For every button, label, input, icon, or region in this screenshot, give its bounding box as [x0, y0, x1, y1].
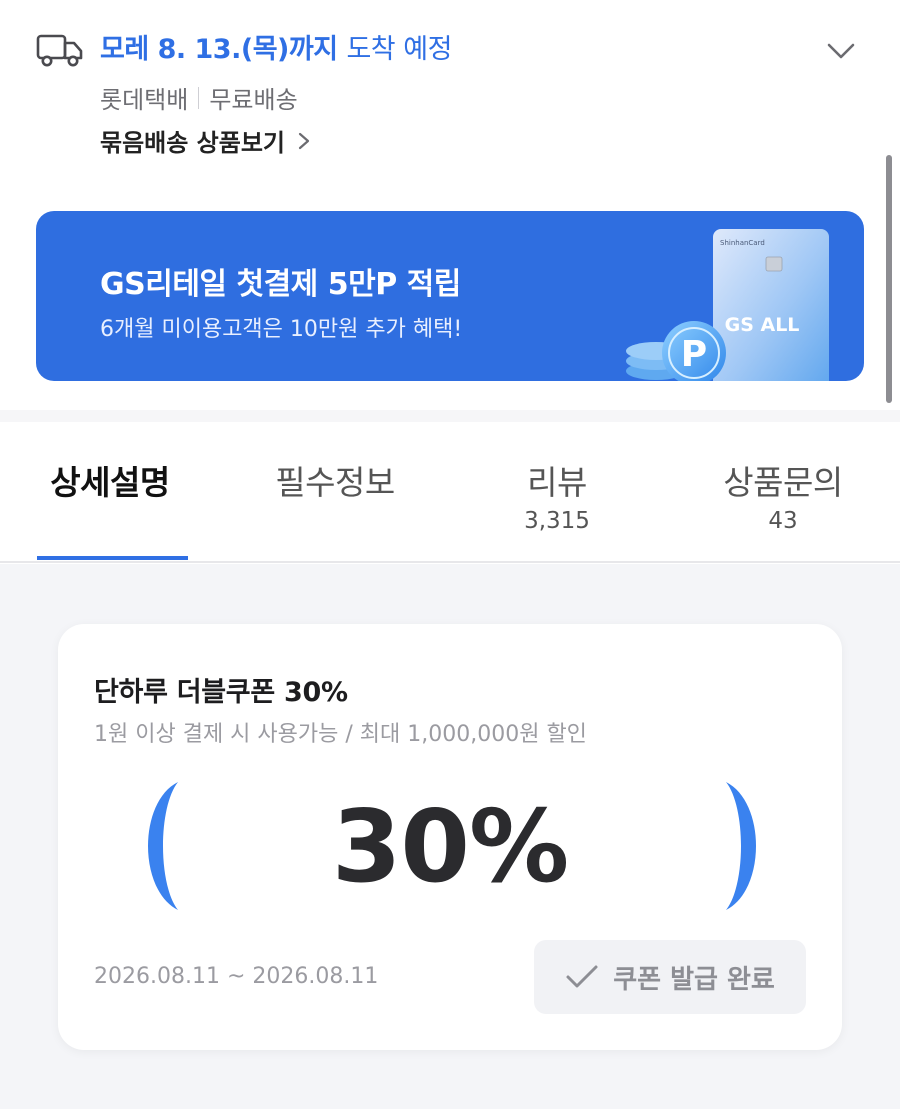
left-bracket-decoration [148, 782, 178, 910]
banner-subtitle: 6개월 미이용고객은 10만원 추가 혜택! [100, 317, 463, 342]
chevron-down-icon[interactable] [826, 40, 856, 62]
bundle-shipping-link[interactable]: 묶음배송 상품보기 [100, 123, 311, 158]
tab-reviews[interactable]: 리뷰 3,315 [484, 456, 630, 534]
courier-name: 롯데택배 [100, 86, 189, 114]
arrival-date-suffix: 도착 예정 [346, 34, 452, 65]
check-icon [566, 965, 598, 988]
promo-banner[interactable]: GS리테일 첫결제 5만P 적립 6개월 미이용고객은 10만원 추가 혜택! … [36, 211, 864, 381]
arrival-date: 모레 8. 13.(목)까지 도착 예정 [100, 27, 452, 66]
section-divider [0, 410, 900, 422]
tab-label: 상세설명 [50, 463, 170, 502]
tabs-divider [0, 561, 900, 563]
card-brand-text: ShinhanCard [720, 239, 765, 247]
courier-divider [198, 86, 200, 109]
delivery-info: 모레 8. 13.(목)까지 도착 예정 롯데택배 무료배송 묶음배송 상품보기 [0, 0, 900, 210]
shipping-fee: 무료배송 [209, 86, 298, 114]
coin-letter-text: P [681, 334, 707, 375]
tab-label: 필수정보 [275, 463, 395, 502]
tab-label: 리뷰 [527, 463, 587, 502]
tab-product-inquiry[interactable]: 상품문의 43 [708, 456, 858, 534]
detail-tabs: 상세설명 필수정보 리뷰 3,315 상품문의 43 [0, 430, 900, 563]
scrollbar[interactable] [886, 155, 892, 403]
review-count: 3,315 [524, 508, 590, 534]
credit-card-illustration: ShinhanCard GS ALL P [626, 229, 829, 381]
tab-description[interactable]: 상세설명 [40, 456, 180, 504]
coupon-title: 단하루 더블쿠폰 30% [94, 677, 348, 708]
coupon-discount: 30% [331, 788, 569, 905]
bundle-shipping-label: 묶음배송 상품보기 [100, 129, 285, 157]
active-tab-indicator [37, 556, 188, 560]
card-name-text: GS ALL [725, 314, 800, 336]
arrival-date-strong: 모레 8. 13.(목)까지 [100, 34, 338, 65]
tab-label: 상품문의 [723, 463, 843, 502]
truck-icon [36, 34, 83, 67]
coupon-issued-label: 쿠폰 발급 완료 [613, 964, 775, 995]
tab-required-info[interactable]: 필수정보 [262, 456, 408, 504]
courier-info: 롯데택배 무료배송 [100, 80, 298, 115]
chevron-right-icon [298, 132, 310, 149]
right-bracket-decoration [726, 782, 756, 910]
banner-title: GS리테일 첫결제 5만P 적립 [100, 267, 461, 302]
coupon-issued-button[interactable]: 쿠폰 발급 완료 [534, 940, 806, 1014]
coupon-condition: 1원 이상 결제 시 사용가능 / 최대 1,000,000원 할인 [94, 722, 587, 747]
product-detail-page: 모레 8. 13.(목)까지 도착 예정 롯데택배 무료배송 묶음배송 상품보기… [0, 0, 900, 1109]
coupon-period: 2026.08.11 ~ 2026.08.11 [94, 964, 379, 989]
coupon-card: 단하루 더블쿠폰 30% 1원 이상 결제 시 사용가능 / 최대 1,000,… [58, 624, 842, 1050]
inquiry-count: 43 [768, 508, 798, 534]
